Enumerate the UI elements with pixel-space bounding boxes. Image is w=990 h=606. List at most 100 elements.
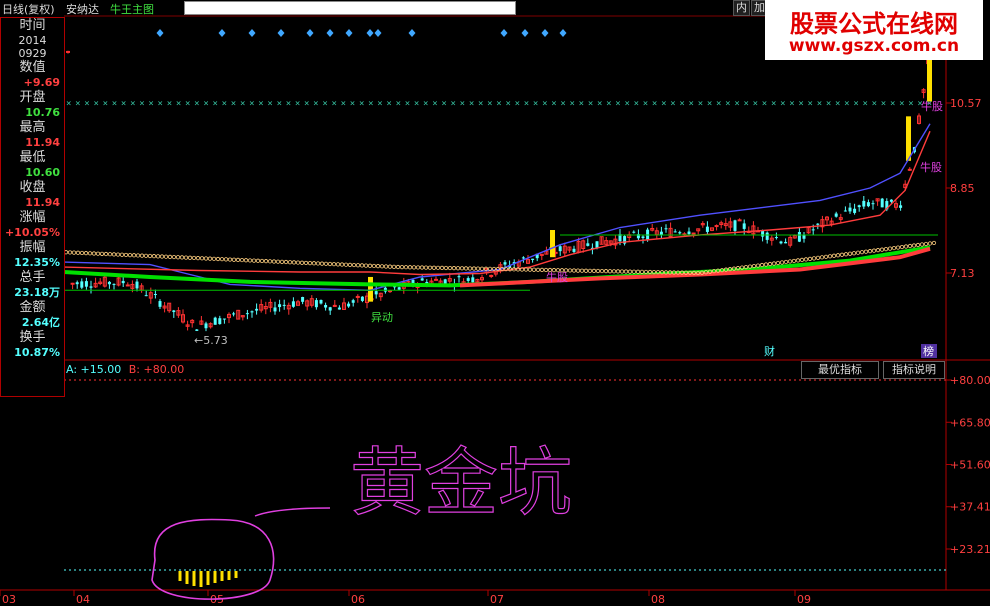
trend-dot <box>595 268 601 274</box>
trend-dot <box>871 248 877 253</box>
trend-dot <box>287 260 293 265</box>
trend-dot <box>767 261 773 267</box>
candle-body <box>784 241 788 244</box>
trend-dot <box>119 252 125 257</box>
candle-body <box>355 295 360 298</box>
trend-dot <box>531 267 537 272</box>
candle-body <box>687 231 691 235</box>
trend-dot <box>231 257 237 262</box>
candle-body <box>75 282 79 285</box>
time-label-6: 09 <box>797 593 811 606</box>
trend-dot <box>143 253 149 258</box>
candle-body <box>811 229 815 231</box>
candle-body <box>314 300 318 308</box>
trend-dot <box>811 256 817 261</box>
trend-dot <box>635 269 641 274</box>
trend-dot <box>839 252 845 257</box>
candle-body <box>255 308 259 311</box>
watermark-logo: 股票公式在线网 www.gszx.com.cn <box>765 0 983 60</box>
trend-dot <box>379 264 385 269</box>
trend-dot <box>95 251 101 256</box>
amplitude-label: 振幅 <box>19 240 46 255</box>
trend-dot <box>355 263 361 268</box>
best-indicator-button[interactable]: 最优指标 <box>801 361 879 379</box>
trend-dot <box>771 261 777 266</box>
trend-dot <box>599 268 605 274</box>
signal-bar-2 <box>906 116 911 161</box>
candle-body <box>301 296 305 302</box>
trend-dot <box>899 244 905 250</box>
trend-dot <box>199 256 205 261</box>
candle-body <box>907 168 912 171</box>
candle-body <box>195 329 199 331</box>
signal-diamond-7 <box>366 29 374 37</box>
candle-body <box>765 232 769 240</box>
candle-body <box>278 304 282 308</box>
candle-body <box>797 231 801 242</box>
trend-dot <box>843 252 849 257</box>
search-input[interactable] <box>184 1 516 15</box>
trend-dot <box>235 257 241 262</box>
trend-dot <box>359 263 365 268</box>
change-value: +10.05% <box>4 226 60 239</box>
trend-dot <box>919 242 925 247</box>
price-tick-label-1: 8.85 <box>950 182 975 195</box>
trend-dot <box>807 256 813 261</box>
trend-dot <box>907 243 913 249</box>
signal-diamond-5 <box>326 29 334 37</box>
trend-dot <box>115 252 121 257</box>
trend-dot <box>191 255 197 261</box>
ind-bar-8 <box>234 571 238 578</box>
ind-bar-0 <box>178 571 182 581</box>
candle-body <box>521 257 525 259</box>
candle-body <box>466 278 470 281</box>
trend-dot <box>107 252 113 257</box>
trend-dot <box>927 241 933 246</box>
trend-dot <box>275 259 281 264</box>
candle-body <box>714 225 719 228</box>
candle-body <box>802 235 806 239</box>
price-tick-label-0: 10.57 <box>950 97 982 110</box>
trend-dot <box>779 260 785 265</box>
trend-dot <box>867 249 873 254</box>
high-label: 最高 <box>19 120 46 135</box>
trend-dot <box>887 246 893 251</box>
template-name[interactable]: 牛王主图 <box>110 1 154 17</box>
trend-dot <box>347 262 353 267</box>
time-label: 时间 <box>19 18 46 33</box>
signal-diamond-11 <box>521 29 529 37</box>
trend-dot <box>535 267 541 272</box>
trend-dot <box>367 263 373 268</box>
candle-body <box>862 200 866 207</box>
toolbar-button-0[interactable]: 内 <box>733 0 750 16</box>
trend-dot <box>847 251 853 256</box>
close-value: 11.94 <box>25 196 60 209</box>
low-value: 10.60 <box>25 166 60 179</box>
ind-bar-2 <box>192 571 196 586</box>
trend-dot <box>215 256 221 262</box>
signal-diamond-1 <box>218 29 226 37</box>
trend-dot <box>111 252 117 257</box>
ma-line-green-thick <box>63 245 931 288</box>
trend-dot <box>335 262 341 267</box>
trend-dot <box>479 266 485 271</box>
trend-dot <box>607 269 613 274</box>
period-label[interactable]: 日线(复权) <box>2 1 55 17</box>
trend-dot <box>615 269 621 274</box>
candle-body <box>816 223 820 225</box>
trend-dot <box>439 265 445 270</box>
trend-dot <box>831 253 837 258</box>
signal-diamond-0 <box>156 29 164 37</box>
ind-tick-label-1: +65.80 <box>950 416 990 429</box>
trend-dot <box>587 268 593 273</box>
indicator-help-button[interactable]: 指标说明 <box>883 361 945 379</box>
annotation-yidong: 异动 <box>371 311 393 324</box>
trend-dot <box>631 269 637 274</box>
candle-body <box>673 231 677 233</box>
chart-canvas[interactable]: 10.57 8.85 7.13 +80.00 +65.80 +51.60 +37.41 +23… <box>0 0 990 606</box>
candle-body <box>664 228 668 230</box>
trend-dot <box>383 264 389 269</box>
candle-body <box>853 208 857 213</box>
trend-dot <box>915 242 921 248</box>
candle-body <box>84 281 88 287</box>
